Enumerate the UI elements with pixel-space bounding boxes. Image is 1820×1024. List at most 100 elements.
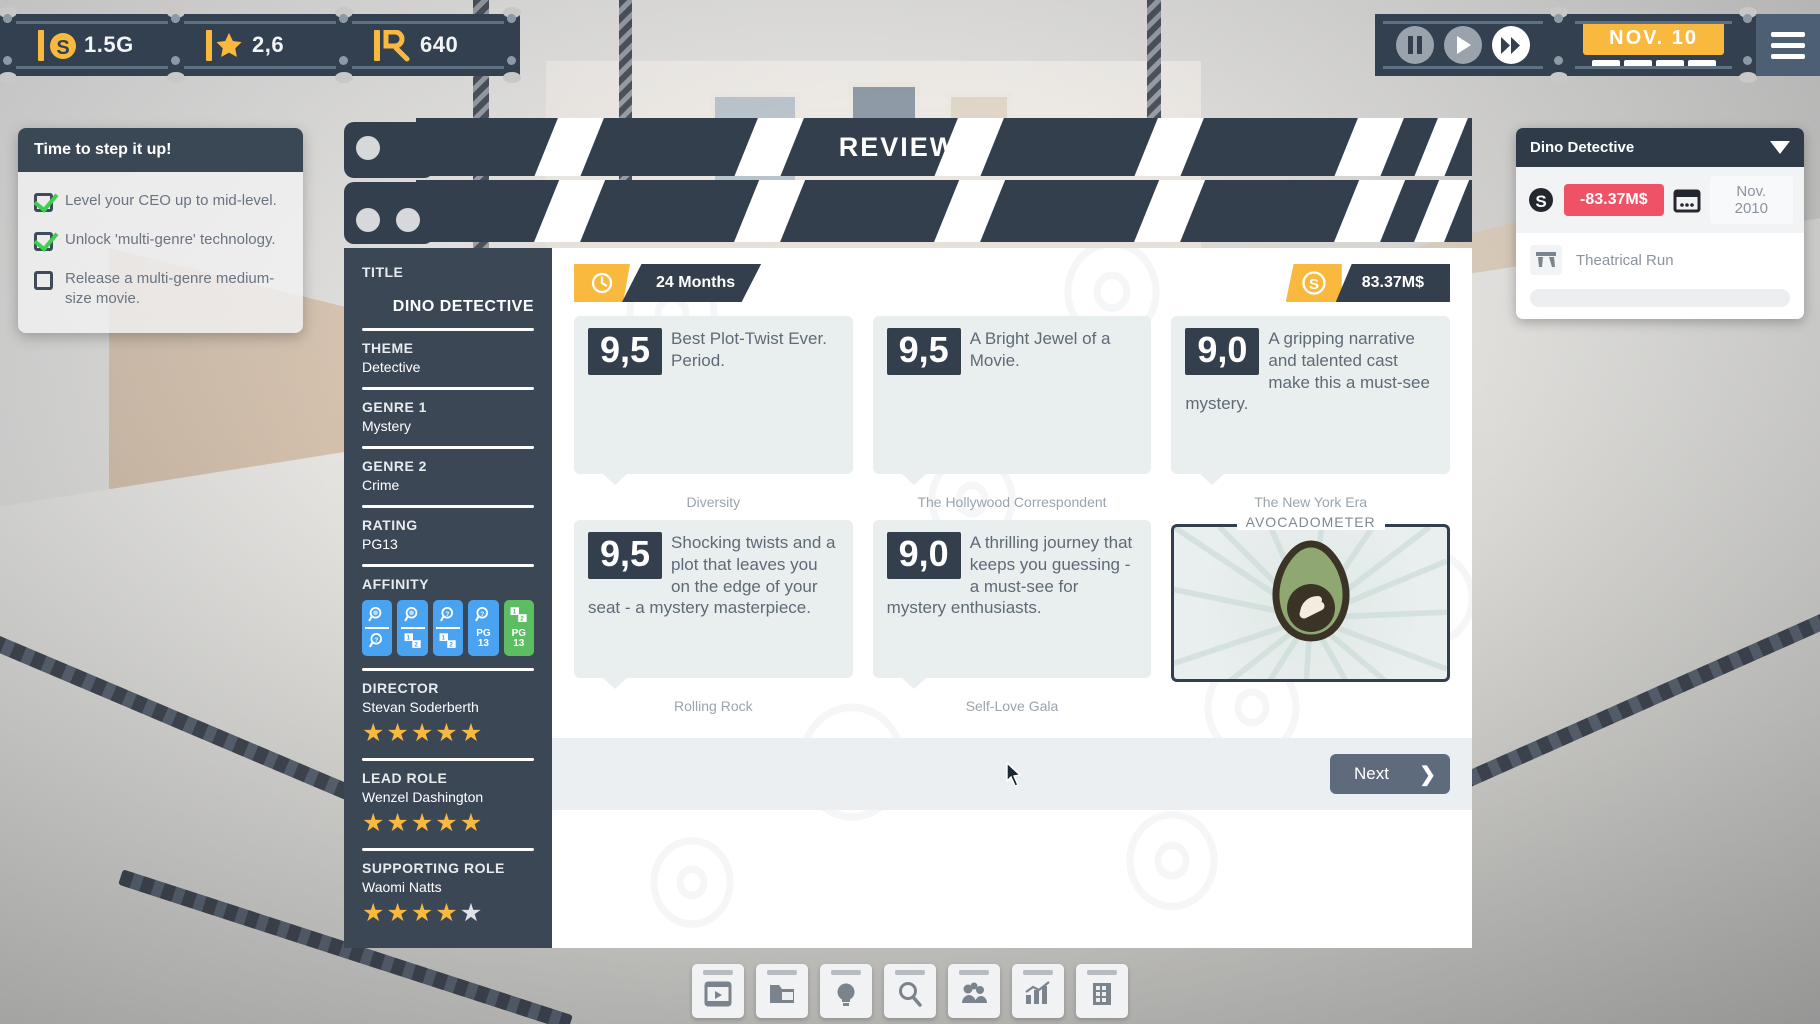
- reviews-grid: 9,5 Best Plot-Twist Ever. Period. Divers…: [552, 302, 1472, 714]
- quest-list: Level your CEO up to mid-level. Unlock '…: [18, 172, 303, 333]
- review-text: A Bright Jewel of a Movie.: [969, 329, 1111, 370]
- dock-button-company[interactable]: [1076, 964, 1128, 1018]
- rating-value: PG13: [362, 536, 398, 552]
- svg-text:1: 1: [406, 635, 410, 642]
- building-icon: [1093, 983, 1111, 1005]
- chart-icon: [1025, 981, 1050, 1004]
- calendar-segment[interactable]: NOV. 10: [1567, 14, 1740, 76]
- reviews-content: 24 Months S 83.37M$ 9,5 Best Plot-Twist …: [552, 248, 1472, 948]
- menu-icon: [1771, 31, 1805, 37]
- stage-label: Theatrical Run: [1576, 251, 1674, 269]
- play-button[interactable]: [1444, 26, 1483, 64]
- review-score: 9,5: [588, 328, 663, 375]
- avocadometer-box: [1171, 524, 1450, 682]
- review-source: The New York Era: [1254, 494, 1368, 510]
- affinity-chip-1[interactable]: ?: [362, 600, 393, 656]
- star-icon: [206, 28, 242, 62]
- review-bubble: 9,0 A thrilling journey that keeps you g…: [872, 520, 1152, 689]
- status-card-header[interactable]: Dino Detective: [1516, 128, 1804, 167]
- dock-button-film[interactable]: [692, 964, 744, 1018]
- playback-bar: NOV. 10: [1375, 7, 1757, 83]
- research-value: 640: [420, 32, 459, 57]
- clock-icon: [574, 264, 630, 302]
- money-icon: S: [1529, 188, 1553, 212]
- fast-forward-button[interactable]: [1492, 26, 1531, 64]
- svg-text:S: S: [1535, 192, 1546, 211]
- theme-key: THEME: [362, 340, 414, 356]
- affinity-row: ? 1 2 ? 1 2 ? PG 13 1 2 PG 13: [362, 600, 535, 656]
- menu-button[interactable]: [1756, 14, 1820, 76]
- review-bubble: 9,5 A Bright Jewel of a Movie.: [872, 316, 1152, 485]
- divider: [362, 328, 534, 331]
- speed-controls: [1375, 14, 1552, 76]
- divider: [362, 505, 534, 508]
- svg-text:1: 1: [442, 635, 446, 642]
- film-icon: [704, 981, 732, 1007]
- avocadometer-label: AVOCADOMETER: [1236, 514, 1385, 530]
- theme-value: Detective: [362, 359, 421, 375]
- svg-text:2: 2: [449, 642, 453, 649]
- clapper-hinge-top: [344, 122, 434, 178]
- review-card: 9,0 A thrilling journey that keeps you g…: [872, 520, 1152, 714]
- dock-button-staff[interactable]: [948, 964, 1000, 1018]
- dock-button-research[interactable]: [820, 964, 872, 1018]
- release-date: Nov. 2010: [1709, 176, 1793, 224]
- search-icon: [899, 982, 922, 1007]
- money-icon: S: [38, 28, 76, 62]
- folder-icon: [770, 985, 794, 1003]
- ticket-perforation: [1739, 7, 1757, 83]
- svg-text:2: 2: [414, 642, 418, 649]
- mystery-icon: ?: [369, 633, 383, 648]
- review-score: 9,5: [588, 532, 663, 579]
- divider: [362, 848, 534, 851]
- fast-forward-icon: [1501, 36, 1521, 54]
- review-score: 9,5: [886, 328, 961, 375]
- director-key: DIRECTOR: [362, 680, 439, 696]
- title-value: DINO DETECTIVE: [392, 298, 534, 315]
- dock-button-projects[interactable]: [756, 964, 808, 1018]
- svg-text:S: S: [1309, 276, 1319, 293]
- status-card-stage-row: Theatrical Run: [1516, 233, 1804, 281]
- movie-details-sidebar: TITLE DINO DETECTIVE THEME Detective GEN…: [344, 248, 552, 948]
- affinity-key: AFFINITY: [362, 576, 429, 592]
- review-score: 9,0: [1185, 328, 1260, 375]
- budget-badge: -83.37M$: [1564, 184, 1664, 216]
- chevron-down-icon[interactable]: [1770, 141, 1790, 154]
- modal-body: TITLE DINO DETECTIVE THEME Detective GEN…: [344, 248, 1472, 948]
- director-value: Stevan Soderberth: [362, 699, 479, 715]
- supporting-role-star-rating: ★ ★ ★ ★ ★: [362, 899, 483, 927]
- review-source: Diversity: [686, 494, 741, 510]
- affinity-chip-4[interactable]: ? PG 13: [468, 600, 499, 656]
- review-source: Rolling Rock: [674, 698, 753, 714]
- ticket-perforation: [0, 7, 17, 83]
- dock-button-stats[interactable]: [1012, 964, 1064, 1018]
- money-value: 1.5G: [84, 32, 134, 57]
- next-button[interactable]: Next ❯: [1330, 754, 1450, 794]
- affinity-chip-5[interactable]: 1 2 PG 13: [503, 600, 535, 656]
- modal-title: REVIEWS: [838, 131, 978, 162]
- review-card: 9,0 A gripping narrative and talented ca…: [1171, 316, 1450, 510]
- stage-progress-bar: [1530, 289, 1790, 307]
- pause-button[interactable]: [1396, 26, 1435, 64]
- review-bubble: 9,0 A gripping narrative and talented ca…: [1171, 316, 1450, 485]
- resource-research[interactable]: 640: [352, 14, 504, 76]
- affinity-chip-3[interactable]: ? 1 2: [432, 600, 464, 656]
- magnifier-icon: [404, 606, 417, 621]
- dock-button-search[interactable]: [884, 964, 936, 1018]
- genre1-value: Mystery: [362, 418, 411, 434]
- mouse-cursor: [1006, 762, 1022, 787]
- resource-bar: S 1.5G 2,6 640: [0, 7, 521, 83]
- resource-money[interactable]: S 1.5G: [16, 14, 168, 76]
- genre2-key: GENRE 2: [362, 458, 427, 474]
- affinity-chip-2[interactable]: 1 2: [397, 600, 428, 656]
- svg-text:?: ?: [445, 610, 449, 617]
- summary-chips: 24 Months S 83.37M$: [552, 248, 1472, 302]
- supporting-role-key: SUPPORTING ROLE: [362, 860, 505, 876]
- genre-stack-icon: 1 2: [404, 633, 421, 649]
- genre-stack-icon: 1 2: [439, 633, 456, 649]
- theater-icon: [1530, 245, 1562, 275]
- resource-fame[interactable]: 2,6: [184, 14, 336, 76]
- quest-checkbox-checked: [34, 193, 53, 212]
- revenue-chip: S 83.37M$: [1285, 264, 1450, 302]
- people-icon: [962, 982, 987, 1003]
